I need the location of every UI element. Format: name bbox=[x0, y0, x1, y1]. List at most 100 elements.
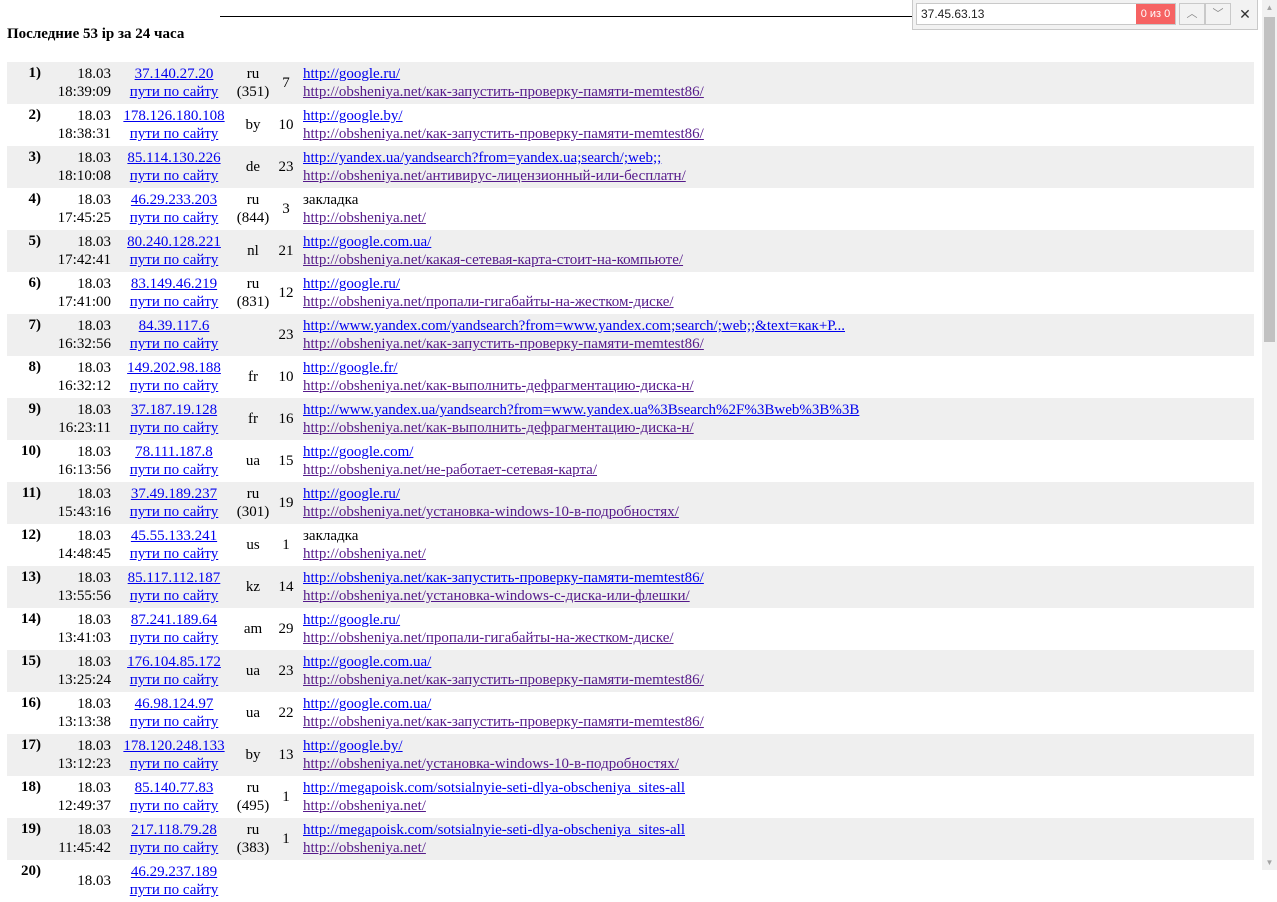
site-paths-link[interactable]: пути по сайту bbox=[115, 587, 233, 605]
visitor-ip: 46.98.124.97 пути по сайту bbox=[115, 692, 233, 734]
referrer-link[interactable]: http://obsheniya.net/ bbox=[303, 209, 1254, 227]
referrer-link[interactable]: http://google.com/ bbox=[303, 443, 1254, 461]
site-paths-link[interactable]: пути по сайту bbox=[115, 335, 233, 353]
ip-link[interactable]: 87.241.189.64 bbox=[115, 611, 233, 629]
ip-link[interactable]: 85.117.112.187 bbox=[115, 569, 233, 587]
site-paths-link[interactable]: пути по сайту bbox=[115, 293, 233, 311]
site-paths-link[interactable]: пути по сайту bbox=[115, 419, 233, 437]
site-paths-link[interactable]: пути по сайту bbox=[115, 713, 233, 731]
referrer-link[interactable]: http://obsheniya.net/ bbox=[303, 839, 1254, 857]
referrer-link[interactable]: http://obsheniya.net/пропали-гигабайты-н… bbox=[303, 629, 1254, 647]
referrer-link[interactable]: http://obsheniya.net/как-выполнить-дефра… bbox=[303, 377, 1254, 395]
scroll-down-arrow-icon[interactable]: ▼ bbox=[1262, 855, 1277, 870]
visit-datetime: 18.03 11:45:42 bbox=[41, 818, 115, 860]
visitor-ip: 85.117.112.187 пути по сайту bbox=[115, 566, 233, 608]
visitor-ip: 37.187.19.128 пути по сайту bbox=[115, 398, 233, 440]
referrer-link[interactable]: http://obsheniya.net/ bbox=[303, 797, 1254, 815]
site-paths-link[interactable]: пути по сайту bbox=[115, 503, 233, 521]
referrer-link[interactable]: http://obsheniya.net/как-запустить-прове… bbox=[303, 125, 1254, 143]
referrer-link[interactable]: http://obsheniya.net/не-работает-сетевая… bbox=[303, 461, 1254, 479]
ip-link[interactable]: 45.55.133.241 bbox=[115, 527, 233, 545]
referrer-link[interactable]: http://google.by/ bbox=[303, 737, 1254, 755]
referrer-link[interactable]: http://google.com.ua/ bbox=[303, 233, 1254, 251]
ip-link[interactable]: 80.240.128.221 bbox=[115, 233, 233, 251]
vertical-scrollbar[interactable]: ▲ ▼ bbox=[1262, 0, 1277, 870]
referrer-link[interactable]: http://yandex.ua/yandsearch?from=yandex.… bbox=[303, 149, 1254, 167]
find-previous-button[interactable]: ︿ bbox=[1179, 3, 1205, 25]
site-paths-link[interactable]: пути по сайту bbox=[115, 209, 233, 227]
site-paths-link[interactable]: пути по сайту bbox=[115, 167, 233, 185]
site-paths-link[interactable]: пути по сайту bbox=[115, 545, 233, 563]
ip-link[interactable]: 85.114.130.226 bbox=[115, 149, 233, 167]
ip-link[interactable]: 178.126.180.108 bbox=[115, 107, 233, 125]
visit-datetime: 18.03 18:39:09 bbox=[41, 62, 115, 104]
ip-link[interactable]: 46.29.237.189 bbox=[115, 863, 233, 881]
referrer-link[interactable]: http://google.ru/ bbox=[303, 65, 1254, 83]
visitor-country: ua bbox=[233, 692, 273, 734]
referrer-link[interactable]: http://www.yandex.com/yandsearch?from=ww… bbox=[303, 317, 1254, 335]
site-paths-link[interactable]: пути по сайту bbox=[115, 377, 233, 395]
referrer-link[interactable]: http://obsheniya.net/как-запустить-прове… bbox=[303, 671, 1254, 689]
referrer-link[interactable]: http://obsheniya.net/антивирус-лицензион… bbox=[303, 167, 1254, 185]
site-paths-link[interactable]: пути по сайту bbox=[115, 125, 233, 143]
referrer-link[interactable]: http://megapoisk.com/sotsialnyie-seti-dl… bbox=[303, 821, 1254, 839]
visitor-country: fr bbox=[233, 398, 273, 440]
site-paths-link[interactable]: пути по сайту bbox=[115, 797, 233, 815]
ip-link[interactable]: 84.39.117.6 bbox=[115, 317, 233, 335]
referrer-link[interactable]: http://www.yandex.ua/yandsearch?from=www… bbox=[303, 401, 1254, 419]
visit-datetime: 18.03 16:23:11 bbox=[41, 398, 115, 440]
referrer-link[interactable]: http://megapoisk.com/sotsialnyie-seti-dl… bbox=[303, 779, 1254, 797]
find-next-button[interactable]: ﹀ bbox=[1205, 3, 1231, 25]
ip-link[interactable]: 78.111.187.8 bbox=[115, 443, 233, 461]
referrers: http://google.com.ua/http://obsheniya.ne… bbox=[299, 230, 1254, 272]
find-close-button[interactable]: ✕ bbox=[1235, 4, 1255, 24]
ip-link[interactable]: 85.140.77.83 bbox=[115, 779, 233, 797]
referrer-link[interactable]: http://google.com.ua/ bbox=[303, 653, 1254, 671]
ip-link[interactable]: 46.29.233.203 bbox=[115, 191, 233, 209]
site-paths-link[interactable]: пути по сайту bbox=[115, 629, 233, 647]
referrer-link[interactable]: http://obsheniya.net/установка-windows-с… bbox=[303, 587, 1254, 605]
ip-link[interactable]: 83.149.46.219 bbox=[115, 275, 233, 293]
scrollbar-thumb[interactable] bbox=[1264, 17, 1275, 342]
referrer-link[interactable]: http://obsheniya.net/какая-сетевая-карта… bbox=[303, 251, 1254, 269]
site-paths-link[interactable]: пути по сайту bbox=[115, 671, 233, 689]
referrer-link[interactable]: http://obsheniya.net/пропали-гигабайты-н… bbox=[303, 293, 1254, 311]
site-paths-link[interactable]: пути по сайту bbox=[115, 461, 233, 479]
referrer-link[interactable]: http://obsheniya.net/установка-windows-1… bbox=[303, 503, 1254, 521]
ip-link[interactable]: 37.140.27.20 bbox=[115, 65, 233, 83]
site-paths-link[interactable]: пути по сайту bbox=[115, 83, 233, 101]
referrer-link[interactable]: http://obsheniya.net/как-запустить-прове… bbox=[303, 569, 1254, 587]
site-paths-link[interactable]: пути по сайту bbox=[115, 839, 233, 857]
ip-link[interactable]: 217.118.79.28 bbox=[115, 821, 233, 839]
ip-link[interactable]: 37.187.19.128 bbox=[115, 401, 233, 419]
referrer-link[interactable]: http://google.ru/ bbox=[303, 485, 1254, 503]
visitor-ip: 85.114.130.226 пути по сайту bbox=[115, 146, 233, 188]
visit-datetime: 18.03 13:55:56 bbox=[41, 566, 115, 608]
referrer-link[interactable]: http://google.by/ bbox=[303, 107, 1254, 125]
ip-link[interactable]: 46.98.124.97 bbox=[115, 695, 233, 713]
referrer-link[interactable]: http://obsheniya.net/как-выполнить-дефра… bbox=[303, 419, 1254, 437]
referrer-link[interactable]: http://obsheniya.net/как-запустить-прове… bbox=[303, 713, 1254, 731]
ip-link[interactable]: 149.202.98.188 bbox=[115, 359, 233, 377]
page-hits: 1 bbox=[282, 537, 290, 553]
referrer-link[interactable]: http://obsheniya.net/установка-windows-1… bbox=[303, 755, 1254, 773]
referrer-link[interactable]: http://obsheniya.net/ bbox=[303, 545, 1254, 563]
visit-datetime: 18.03 15:43:16 bbox=[41, 482, 115, 524]
referrer-link[interactable]: http://google.com.ua/ bbox=[303, 695, 1254, 713]
site-paths-link[interactable]: пути по сайту bbox=[115, 881, 233, 899]
referrer-link[interactable]: http://obsheniya.net/как-запустить-прове… bbox=[303, 83, 1254, 101]
referrer-link[interactable]: http://obsheniya.net/как-запустить-прове… bbox=[303, 335, 1254, 353]
referrer-link[interactable]: http://google.ru/ bbox=[303, 611, 1254, 629]
scroll-up-arrow-icon[interactable]: ▲ bbox=[1262, 0, 1277, 15]
referrer-link[interactable]: http://google.fr/ bbox=[303, 359, 1254, 377]
visit-datetime: 18.03 17:41:00 bbox=[41, 272, 115, 314]
visit-time: 11:45:42 bbox=[58, 840, 111, 856]
ip-link[interactable]: 37.49.189.237 bbox=[115, 485, 233, 503]
ip-link[interactable]: 178.120.248.133 bbox=[115, 737, 233, 755]
site-paths-link[interactable]: пути по сайту bbox=[115, 251, 233, 269]
visit-datetime: 18.03 16:13:56 bbox=[41, 440, 115, 482]
referrers bbox=[299, 860, 1254, 902]
ip-link[interactable]: 176.104.85.172 bbox=[115, 653, 233, 671]
referrer-link[interactable]: http://google.ru/ bbox=[303, 275, 1254, 293]
site-paths-link[interactable]: пути по сайту bbox=[115, 755, 233, 773]
